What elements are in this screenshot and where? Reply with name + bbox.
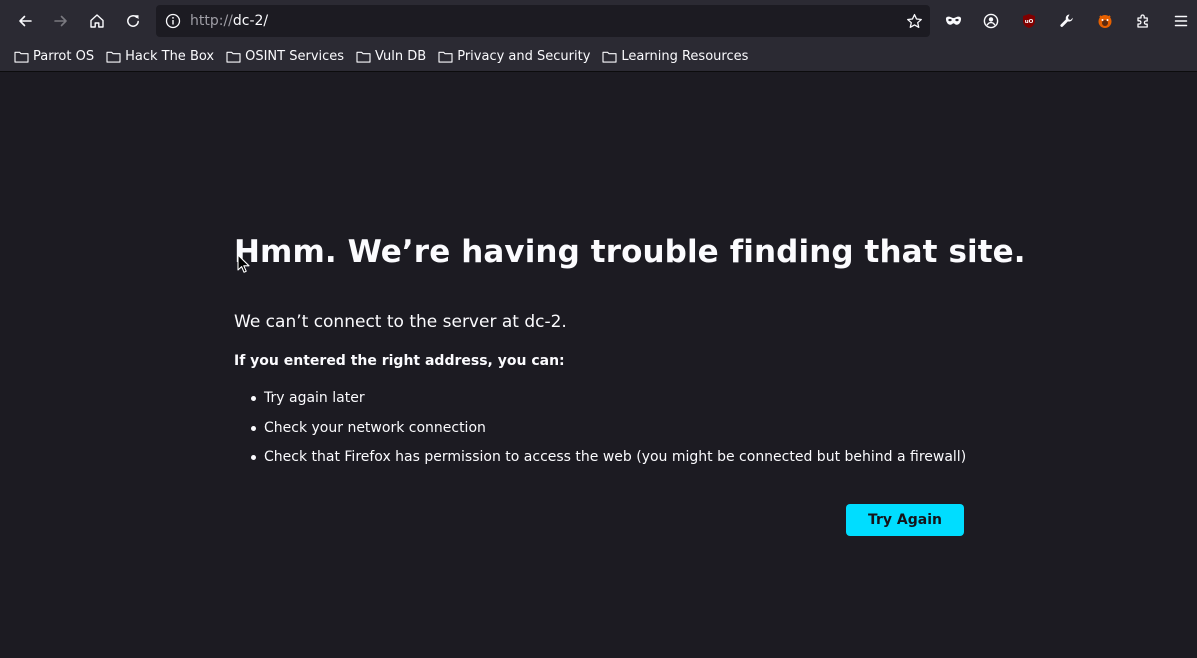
folder-icon [438,51,453,63]
bookmark-label: Privacy and Security [457,49,591,64]
back-button[interactable] [7,5,43,37]
bookmark-label: Hack The Box [125,49,215,64]
tip-item: Check that Firefox has permission to acc… [234,446,966,476]
account-icon [983,13,999,29]
app-menu-button[interactable] [1162,5,1197,37]
private-browsing-button[interactable] [934,5,972,37]
url-host: dc-2/ [232,13,269,29]
advice-heading: If you entered the right address, you ca… [234,353,565,369]
tips-list: Try again later Check your network conne… [234,387,966,476]
reload-icon [127,15,139,27]
error-title: Hmm. We’re having trouble finding that s… [234,234,1026,270]
folder-icon [14,51,29,63]
mouse-cursor-icon [237,254,250,273]
home-button[interactable] [79,5,115,37]
puzzle-icon [1137,14,1148,28]
folder-icon [356,51,371,63]
bookmark-label: Parrot OS [33,49,95,64]
forward-button[interactable] [43,5,79,37]
bookmark-folder-privacy-and-security[interactable]: Privacy and Security [432,45,596,69]
account-button[interactable] [972,5,1010,37]
back-arrow-icon [19,15,32,27]
bookmark-page-button[interactable] [898,13,930,30]
extensions-button[interactable] [1124,5,1162,37]
bookmark-folder-vuln-db[interactable]: Vuln DB [350,45,432,69]
foxyproxy-icon [1098,15,1112,28]
tools-button[interactable] [1048,5,1086,37]
tip-item: Check your network connection [234,417,966,447]
folder-icon [226,51,241,63]
star-icon [906,13,922,28]
folder-icon [602,51,617,63]
wrench-icon [1060,14,1073,27]
error-description: We can’t connect to the server at dc-2. [234,312,567,332]
folder-icon [106,51,121,63]
address-bar[interactable]: http://dc-2/ [156,5,930,37]
forward-arrow-icon [54,15,67,27]
bookmark-label: OSINT Services [245,49,345,64]
ublock-origin-icon: uO [1023,14,1035,28]
try-again-button[interactable]: Try Again [846,504,964,536]
foxyproxy-button[interactable] [1086,5,1124,37]
bookmark-folder-parrot-os[interactable]: Parrot OS [8,45,100,69]
url-text[interactable]: http://dc-2/ [190,13,898,29]
site-info-button[interactable] [158,13,188,29]
home-icon [90,14,104,28]
reload-button[interactable] [115,5,151,37]
tip-item: Try again later [234,387,966,417]
bookmark-label: Learning Resources [621,49,749,64]
url-protocol: http:// [190,13,233,29]
bookmark-folder-osint-services[interactable]: OSINT Services [220,45,350,69]
bookmarks-toolbar: Parrot OS Hack The Box OSINT Services Vu… [0,42,1197,72]
toolbar-extensions: uO [934,5,1197,37]
info-icon [165,13,181,29]
bookmark-folder-learning-resources[interactable]: Learning Resources [596,45,754,69]
ublock-origin-button[interactable]: uO [1010,5,1048,37]
bookmark-label: Vuln DB [375,49,427,64]
mask-icon [945,16,961,25]
bookmark-folder-hack-the-box[interactable]: Hack The Box [100,45,220,69]
svg-text:uO: uO [1025,19,1034,25]
hamburger-menu-icon [1174,15,1188,27]
